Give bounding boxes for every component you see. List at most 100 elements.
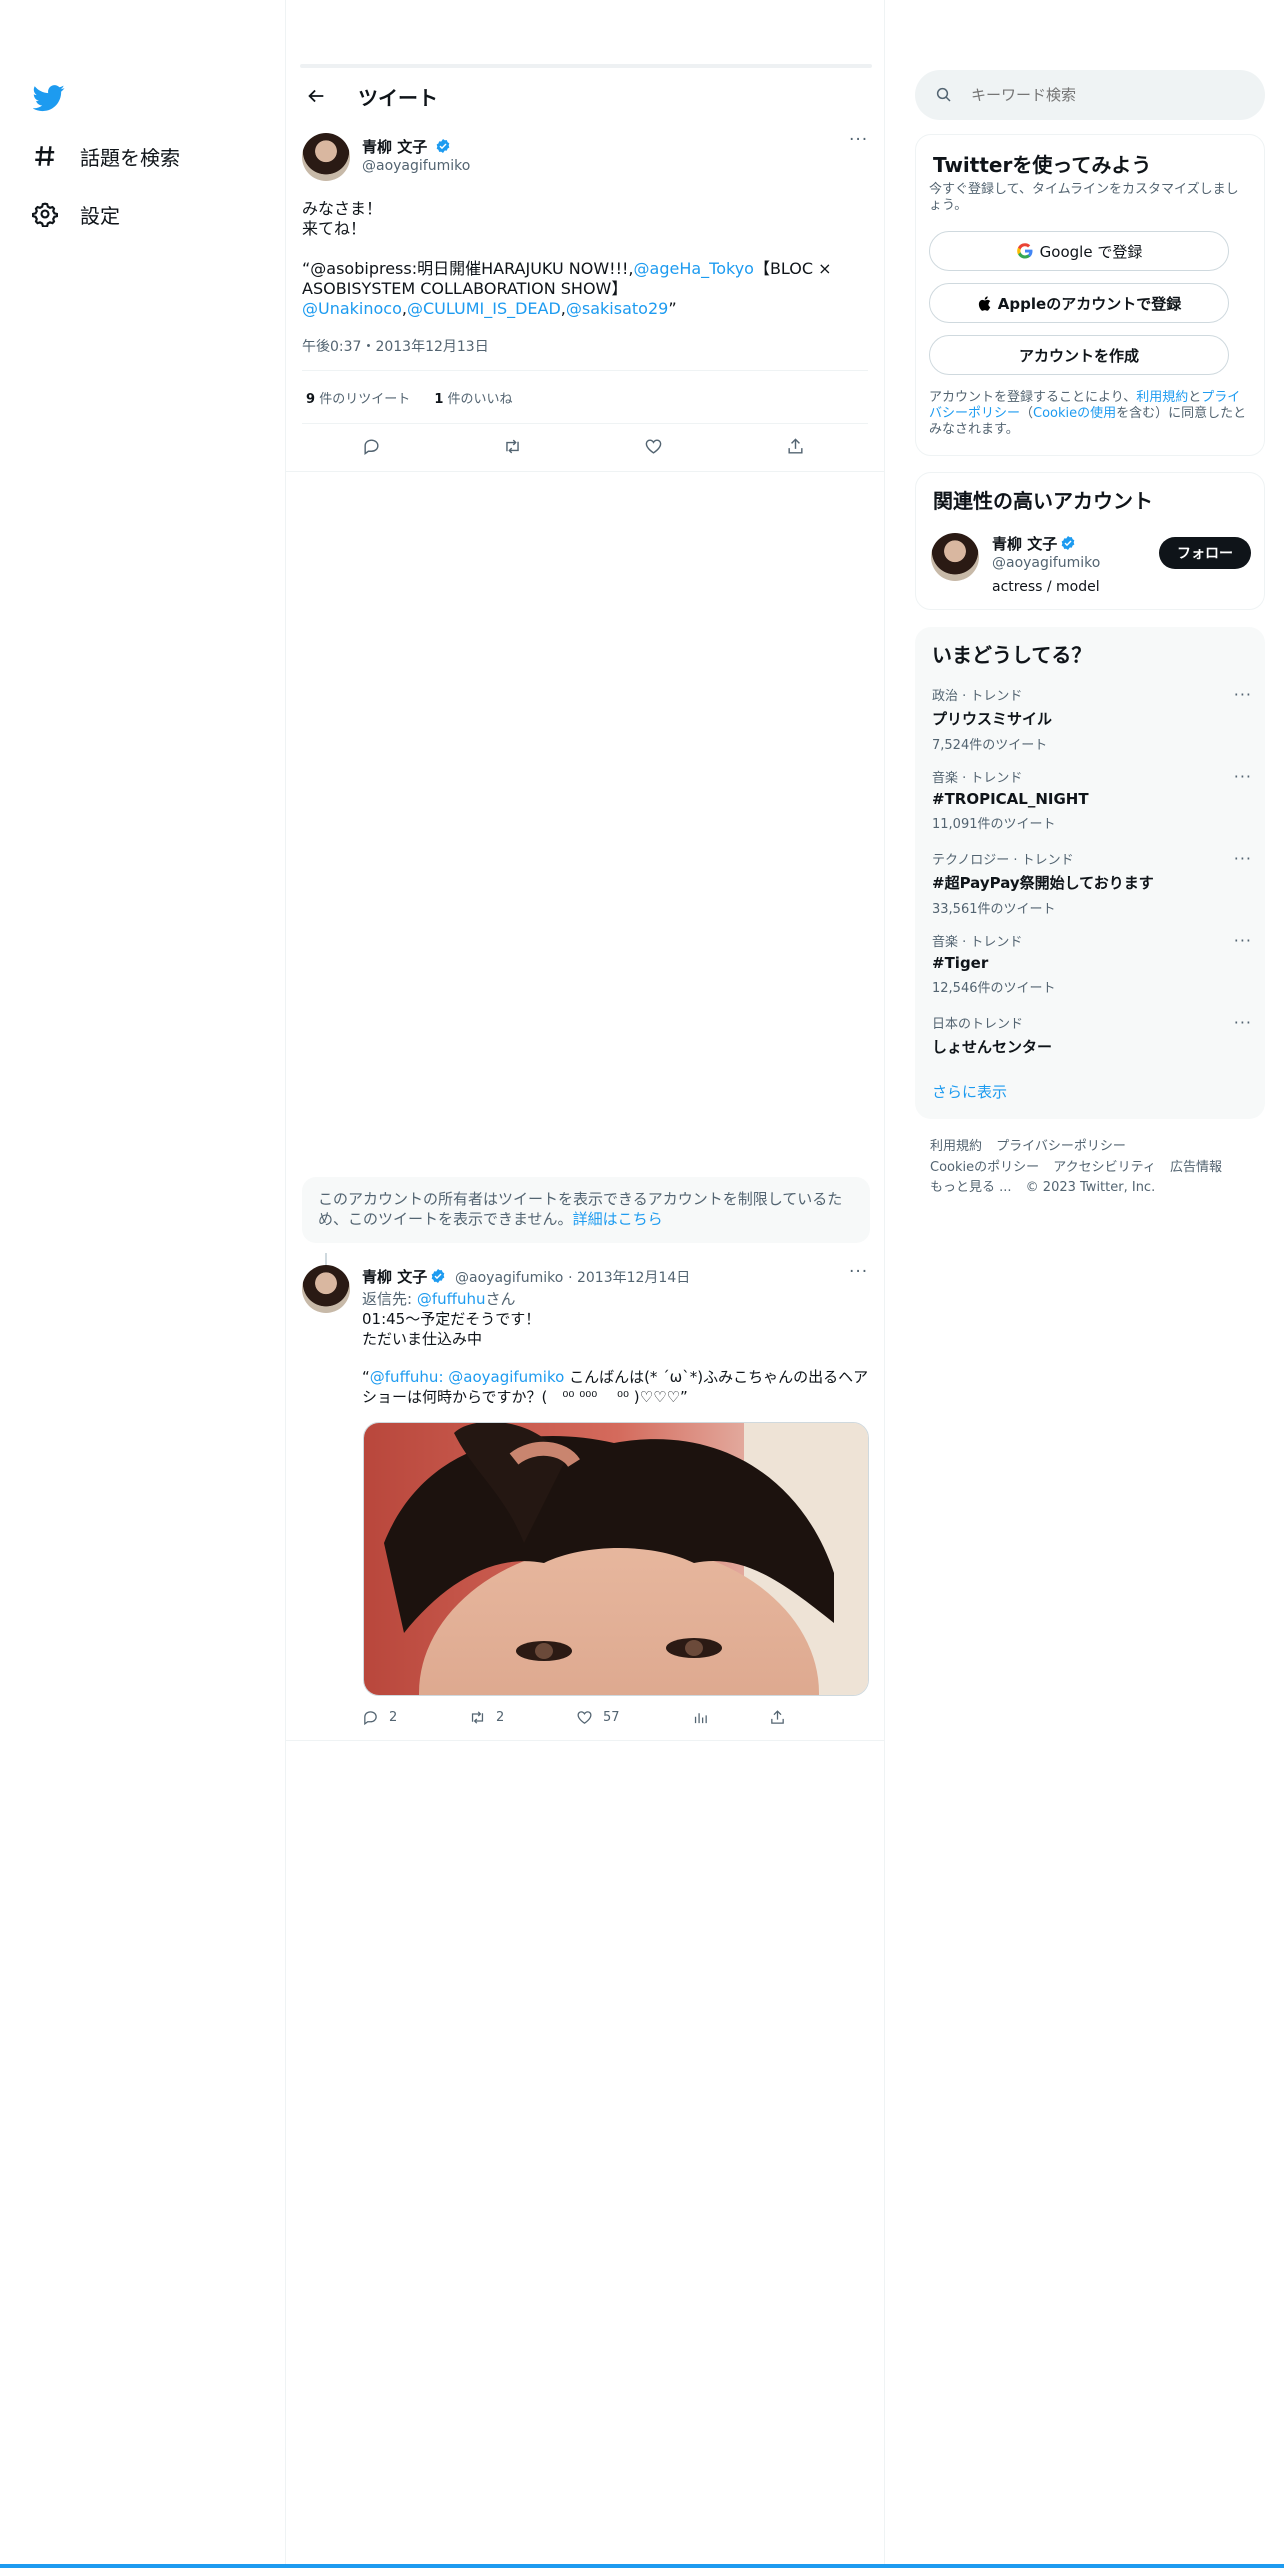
learn-more-link[interactable]: 詳細はこちら	[573, 1210, 663, 1228]
cookie-link[interactable]: Cookieの使用	[1033, 406, 1116, 421]
footer-cookie-link[interactable]: Cookieのポリシー	[930, 1160, 1039, 1175]
trend-name: #Tiger	[932, 954, 989, 972]
author-handle[interactable]: @aoyagifumiko	[362, 158, 470, 174]
reply-line-1: 01:45〜予定だそうです！	[362, 1310, 541, 1328]
reply-reply-button[interactable]: 2	[362, 1709, 397, 1726]
reply-retweet-button[interactable]: 2	[469, 1709, 504, 1726]
signup-title: Twitterを使ってみよう	[933, 153, 1152, 177]
right-sidebar: Twitterを使ってみよう 今すぐ登録して、タイムラインをカスタマイズしましょ…	[885, 0, 1284, 2568]
trend-count: 11,091件のツイート	[932, 817, 1056, 832]
signup-subtitle: 今すぐ登録して、タイムラインをカスタマイズしましょう。	[929, 182, 1239, 213]
thread-line	[325, 1253, 327, 1265]
share-button[interactable]	[786, 437, 815, 456]
nav-explore[interactable]: 話題を検索	[32, 136, 180, 176]
twitter-logo-icon[interactable]	[32, 82, 65, 114]
trends-card: いまどうしてる？ 政治 · トレンド プリウスミサイル 7,524件のツイート …	[915, 627, 1265, 1119]
mention-ageha[interactable]: @ageHa_Tokyo	[634, 259, 754, 278]
retweet-icon	[471, 1711, 484, 1724]
apple-signup-button[interactable]: Appleのアカウントで登録	[929, 283, 1229, 323]
trend-count: 12,546件のツイート	[932, 981, 1056, 996]
reply-author-name[interactable]: 青柳 文子	[362, 1268, 427, 1286]
terms-link[interactable]: 利用規約	[1136, 390, 1188, 405]
reply-avatar[interactable]	[302, 1265, 350, 1313]
like-button[interactable]	[644, 437, 673, 456]
footer-privacy-link[interactable]: プライバシーポリシー	[996, 1139, 1126, 1154]
trend-item[interactable]: 政治 · トレンド プリウスミサイル 7,524件のツイート ···	[932, 685, 1252, 753]
tweet-text: みなさま！ 来てね！ “@asobipress:明日開催HARAJUKU NOW…	[302, 199, 870, 319]
search-icon	[936, 87, 951, 102]
page-title: ツイート	[358, 86, 438, 110]
footer-row-1: 利用規約 プライバシーポリシー	[930, 1135, 1126, 1154]
reply-like-button[interactable]: 57	[576, 1709, 620, 1726]
trend-item[interactable]: テクノロジー · トレンド #超PayPay祭開始しております 33,561件の…	[932, 849, 1252, 917]
reply-text: 01:45〜予定だそうです！ ただいま仕込み中 “@fuffuhu: @aoya…	[362, 1309, 870, 1407]
trend-more-icon[interactable]: ···	[1234, 767, 1252, 786]
tweet-author[interactable]: 青柳 文子	[362, 136, 451, 157]
mention-unakinoco[interactable]: @Unakinoco	[302, 299, 402, 318]
reply-share-button[interactable]	[769, 1709, 796, 1726]
reply-to-suffix: さん	[485, 1290, 516, 1308]
signup-card: Twitterを使ってみよう 今すぐ登録して、タイムラインをカスタマイズしましょ…	[915, 134, 1265, 456]
author-name: 青柳 文子	[362, 138, 428, 156]
trend-item[interactable]: 日本のトレンド しょせんセンター ···	[932, 1013, 1252, 1057]
tweet-timestamp[interactable]: 午後0:37・2013年12月13日	[302, 336, 489, 356]
search-box[interactable]	[915, 70, 1265, 120]
footer-accessibility-link[interactable]: アクセシビリティ	[1053, 1160, 1156, 1175]
analytics-button[interactable]	[692, 1709, 719, 1726]
reply-mention-fuffuhu[interactable]: @fuffuhu	[370, 1368, 439, 1386]
divider	[286, 471, 884, 472]
like-count: 57	[603, 1710, 620, 1725]
hashtag-icon	[35, 146, 55, 166]
follow-button[interactable]: フォロー	[1159, 537, 1251, 569]
tweet-photo[interactable]	[363, 1422, 869, 1696]
trend-item[interactable]: 音楽 · トレンド #Tiger 12,546件のツイート ···	[932, 931, 1252, 996]
reply-count: 2	[389, 1710, 398, 1725]
search-input[interactable]	[971, 84, 1251, 106]
trend-item[interactable]: 音楽 · トレンド #TROPICAL_NIGHT 11,091件のツイート ·…	[932, 767, 1252, 832]
footer-more-link[interactable]: もっと見る ...	[930, 1180, 1012, 1195]
related-title: 関連性の高いアカウント	[933, 489, 1153, 513]
trend-more-icon[interactable]: ···	[1234, 931, 1252, 950]
reply-to-user[interactable]: @fuffuhu	[417, 1290, 486, 1308]
google-signup-button[interactable]: Google で登録	[929, 231, 1229, 271]
quote-start: “@asobipress:明日開催HARAJUKU NOW!!!,	[302, 259, 634, 278]
more-options-icon[interactable]: ···	[849, 130, 868, 150]
show-more-link[interactable]: さらに表示	[932, 1081, 1007, 1102]
trend-more-icon[interactable]: ···	[1234, 1013, 1252, 1032]
trend-more-icon[interactable]: ···	[1234, 685, 1252, 704]
trend-more-icon[interactable]: ···	[1234, 849, 1252, 868]
reply-more-options-icon[interactable]: ···	[849, 1262, 868, 1282]
footer-row-2: Cookieのポリシー アクセシビリティ 広告情報	[930, 1156, 1222, 1175]
footer-terms-link[interactable]: 利用規約	[930, 1139, 982, 1154]
mention-culumi[interactable]: @CULUMI_IS_DEAD	[407, 299, 561, 318]
related-avatar[interactable]	[931, 533, 979, 581]
back-button[interactable]	[302, 82, 330, 110]
trend-count: 7,524件のツイート	[932, 738, 1048, 753]
reply-date[interactable]: · 2013年12月14日	[568, 1270, 690, 1286]
nav-settings[interactable]: 設定	[32, 194, 120, 234]
reply-author-handle[interactable]: @aoyagifumiko	[455, 1270, 563, 1286]
like-stat[interactable]: 1 件のいいね	[434, 392, 512, 407]
signup-terms: アカウントを登録することにより、利用規約とプライバシーポリシー（Cookieの使…	[929, 390, 1251, 438]
reply-quote: “@fuffuhu: @aoyagifumiko こんばんは(* ´ω`*)ふみ…	[362, 1367, 870, 1407]
trend-category: 政治 · トレンド	[932, 689, 1023, 704]
avatar[interactable]	[302, 133, 350, 181]
create-account-button[interactable]: アカウントを作成	[929, 335, 1229, 375]
like-label: 件のいいね	[447, 392, 513, 407]
terms-text: と	[1188, 390, 1202, 405]
mention-sakisato[interactable]: @sakisato29	[566, 299, 668, 318]
tweet-line-2: 来てね！	[302, 219, 367, 238]
retweet-button[interactable]	[503, 437, 532, 456]
retweet-stat[interactable]: 9 件のリツイート	[306, 392, 410, 407]
related-account-name[interactable]: 青柳 文子	[992, 533, 1076, 554]
reply-mention-aoyagifumiko[interactable]: @aoyagifumiko	[448, 1368, 564, 1386]
quoted-text: “@asobipress:明日開催HARAJUKU NOW!!!,@ageHa_…	[302, 259, 870, 319]
related-handle[interactable]: @aoyagifumiko	[992, 555, 1100, 571]
footer-ads-link[interactable]: 広告情報	[1170, 1160, 1222, 1175]
tweet-line-1: みなさま！	[302, 199, 383, 218]
back-arrow-icon	[308, 89, 324, 103]
create-account-label: アカウントを作成	[1018, 346, 1139, 365]
follow-label: フォロー	[1177, 546, 1233, 562]
reply-button[interactable]	[362, 437, 391, 456]
share-icon	[771, 1710, 784, 1724]
